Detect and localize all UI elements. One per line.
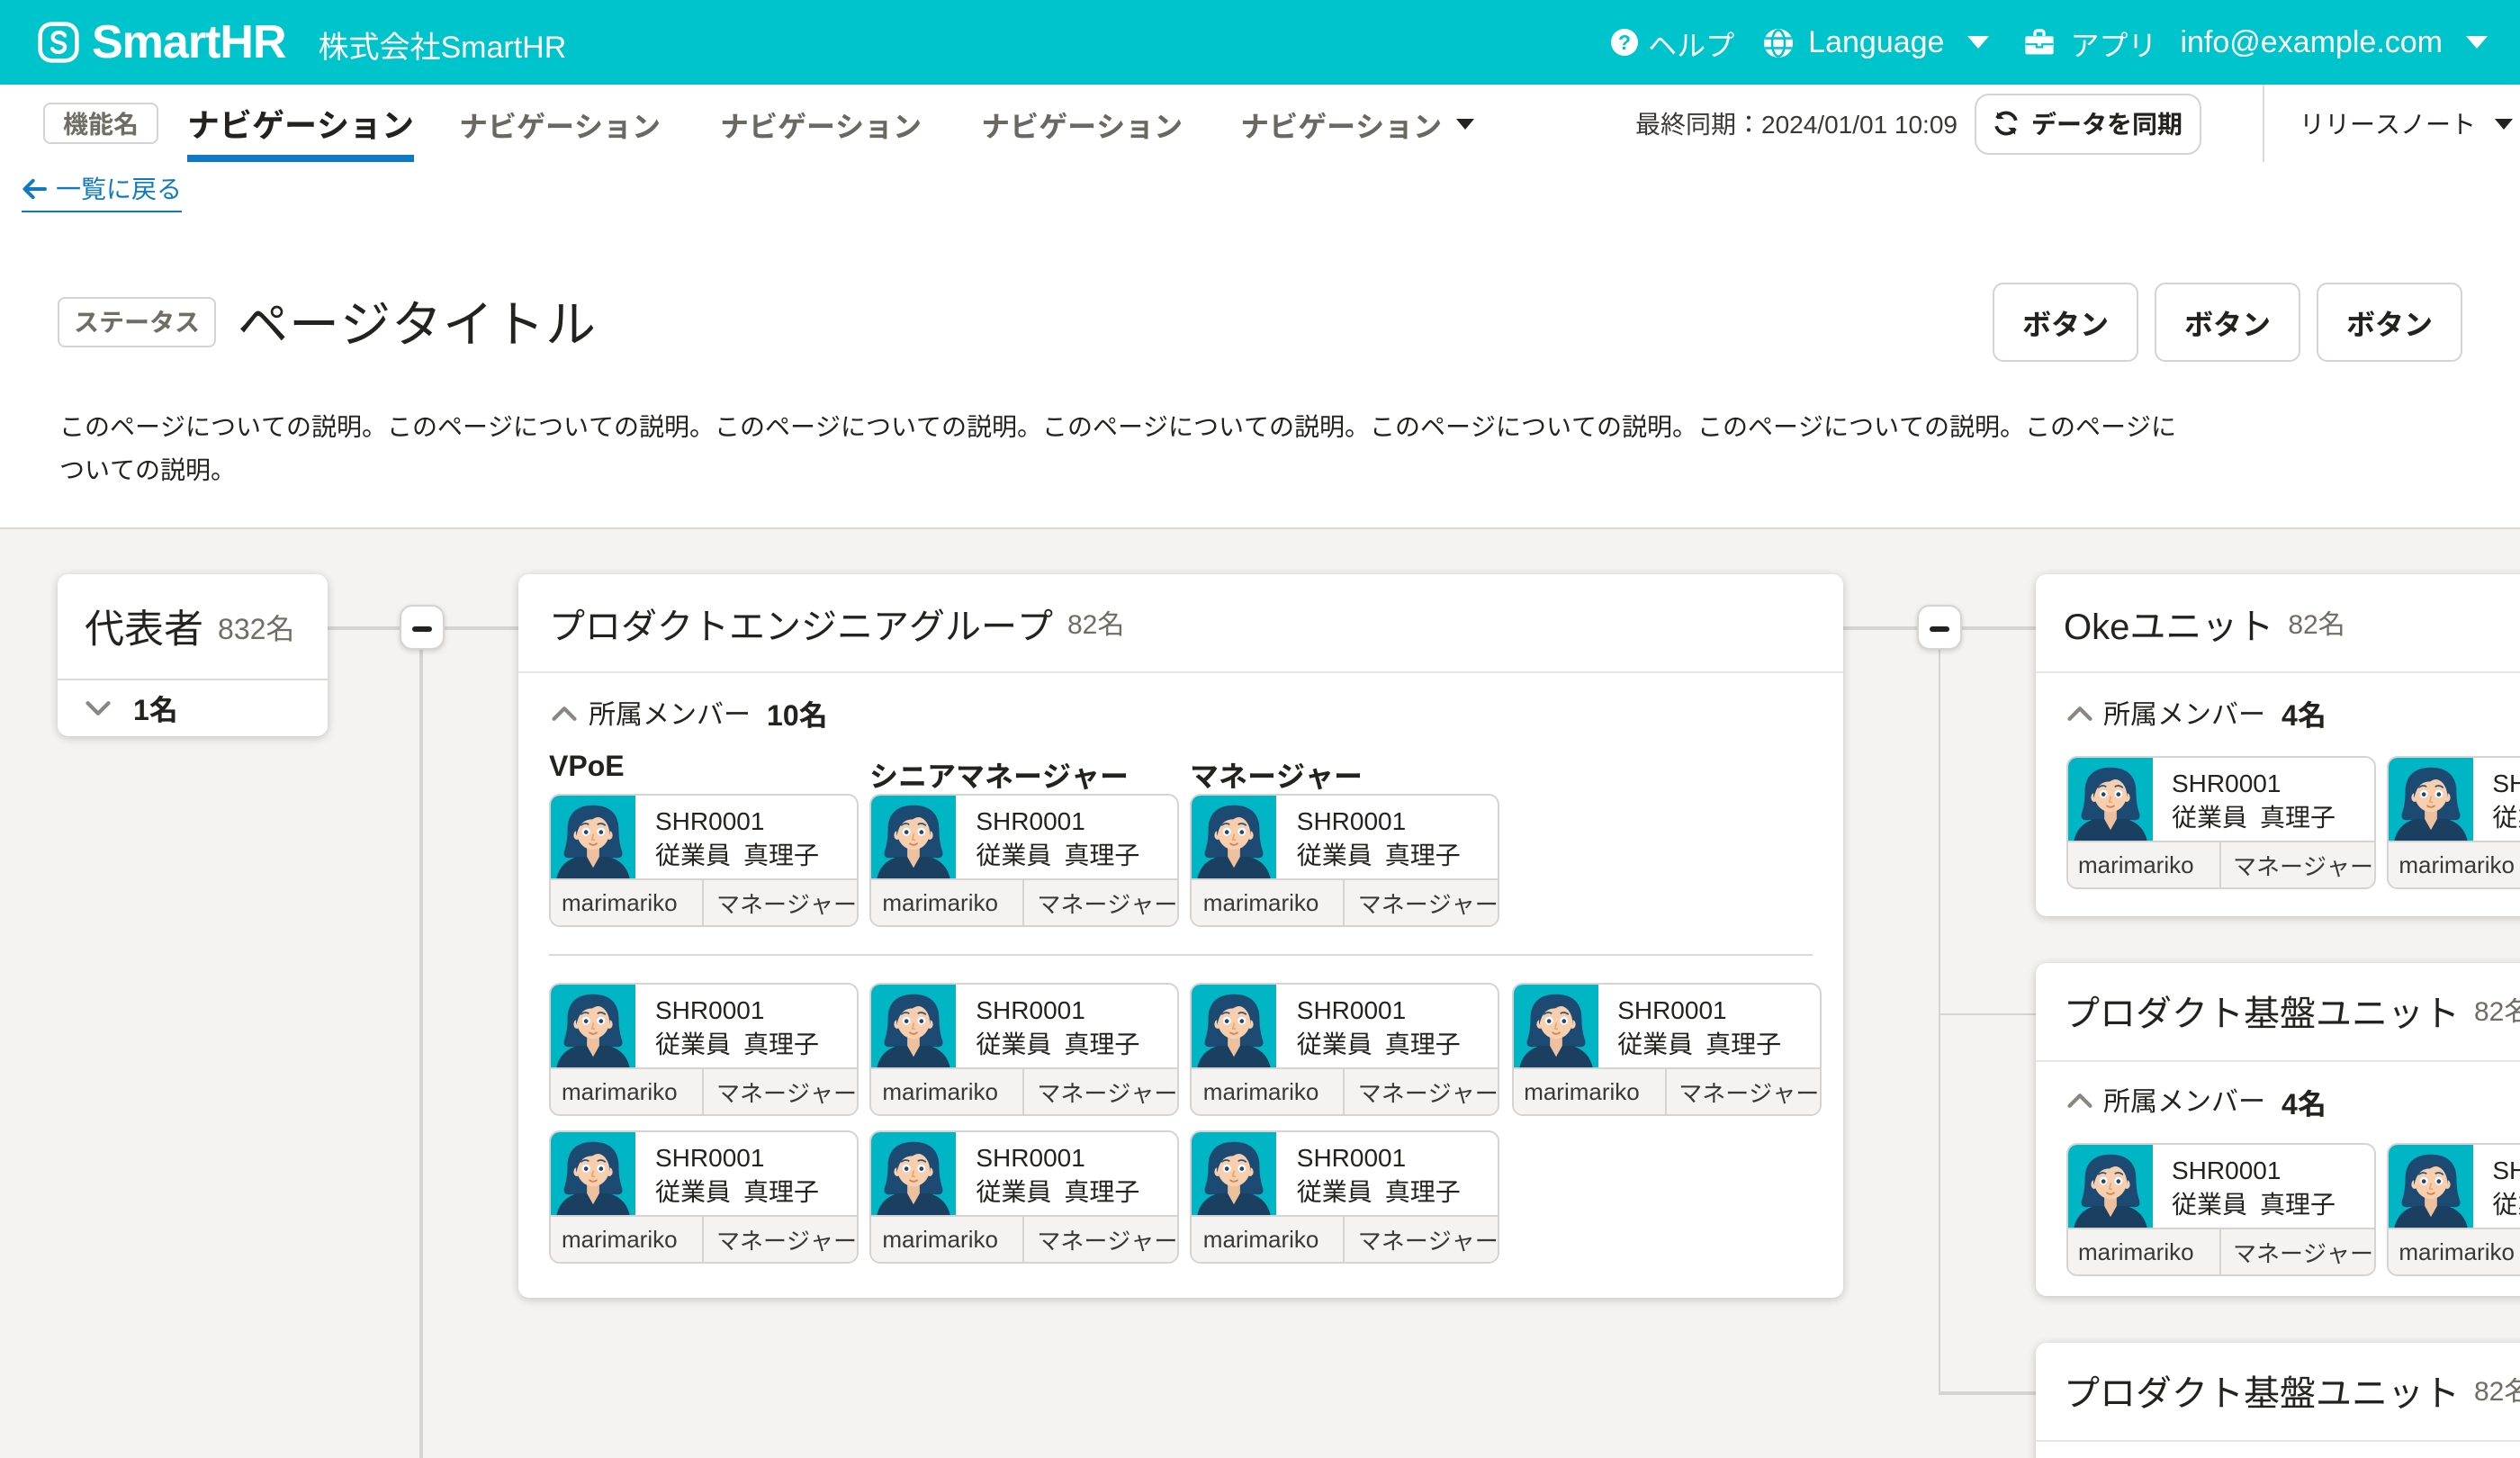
svg-text:?: ?: [1617, 31, 1630, 54]
